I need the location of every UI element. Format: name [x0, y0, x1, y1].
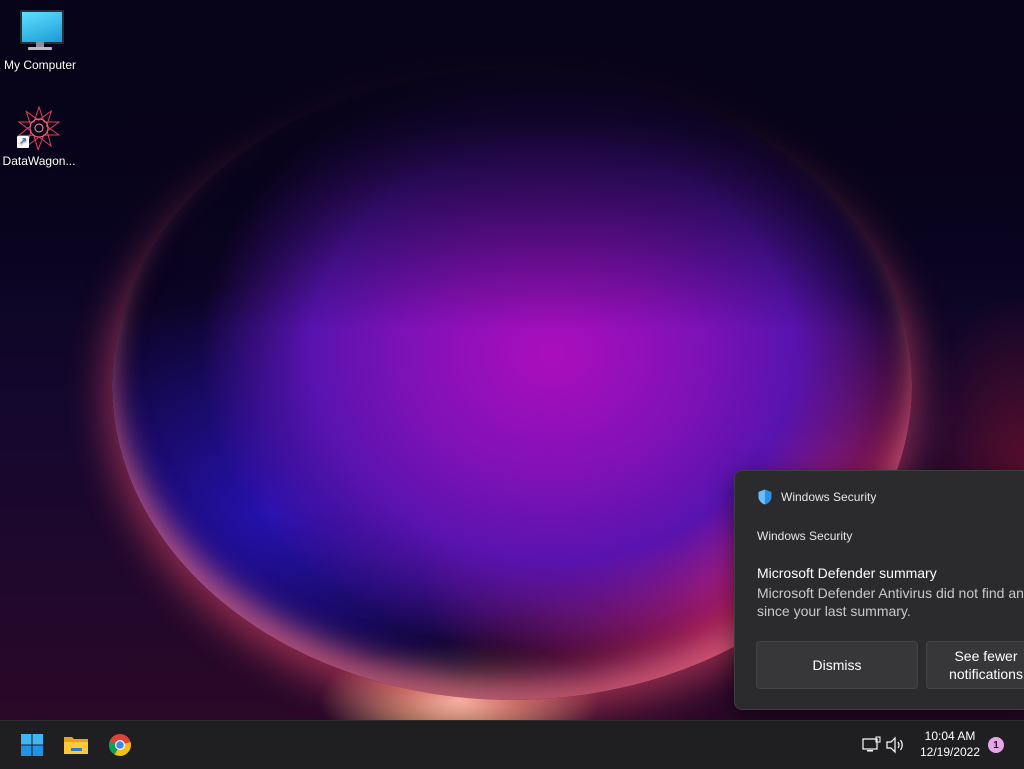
see-fewer-label-line1: See fewer — [954, 648, 1018, 664]
start-button[interactable] — [12, 727, 52, 763]
datawagon-app-icon: ↗ — [15, 105, 63, 152]
desktop-icon-label: My Computer — [3, 58, 77, 72]
notification-toast[interactable]: Windows Security Windows Security Micros… — [734, 470, 1024, 710]
monitor-icon — [16, 10, 64, 54]
volume-icon[interactable] — [885, 735, 905, 755]
taskbar: 10:04 AM 12/19/2022 1 — [0, 720, 1024, 769]
windows-security-shield-icon — [758, 489, 772, 505]
toast-app-name: Windows Security — [781, 490, 877, 504]
see-fewer-label: See fewer notifications — [949, 647, 1023, 683]
toast-body-line: since your last summary. — [757, 603, 911, 619]
clock-date: 12/19/2022 — [919, 745, 981, 759]
toast-body: Microsoft Defender Antivirus did not fin… — [757, 584, 1024, 620]
windows-start-icon — [21, 734, 43, 756]
toast-header: Windows Security — [757, 489, 876, 505]
desktop-icon-label: DataWagon... — [2, 154, 76, 168]
see-fewer-label-line2: notifications — [949, 666, 1023, 682]
see-fewer-notifications-button[interactable]: See fewer notifications — [926, 641, 1024, 689]
file-explorer-icon — [64, 737, 88, 754]
wallpaper-fade — [0, 0, 1024, 330]
file-explorer-button[interactable] — [56, 727, 96, 763]
notification-count-badge[interactable]: 1 — [988, 737, 1004, 753]
toast-title: Microsoft Defender summary — [757, 565, 937, 581]
chrome-icon — [108, 734, 131, 756]
shortcut-arrow-icon: ↗ — [17, 136, 29, 148]
desktop[interactable]: My Computer ↗ DataWagon... Windows Secur… — [0, 0, 1024, 720]
toast-body-line: Microsoft Defender Antivirus did not fin… — [757, 585, 1024, 601]
chrome-button[interactable] — [100, 727, 140, 763]
clock[interactable]: 10:04 AM 12/19/2022 — [912, 728, 988, 760]
dismiss-button[interactable]: Dismiss — [756, 641, 918, 689]
desktop-icon-datawagon[interactable]: ↗ DataWagon... — [0, 105, 79, 168]
network-icon[interactable] — [861, 735, 881, 755]
clock-time: 10:04 AM — [924, 729, 976, 743]
desktop-icon-my-computer[interactable]: My Computer — [0, 10, 80, 72]
toast-subtitle: Windows Security — [757, 529, 853, 543]
